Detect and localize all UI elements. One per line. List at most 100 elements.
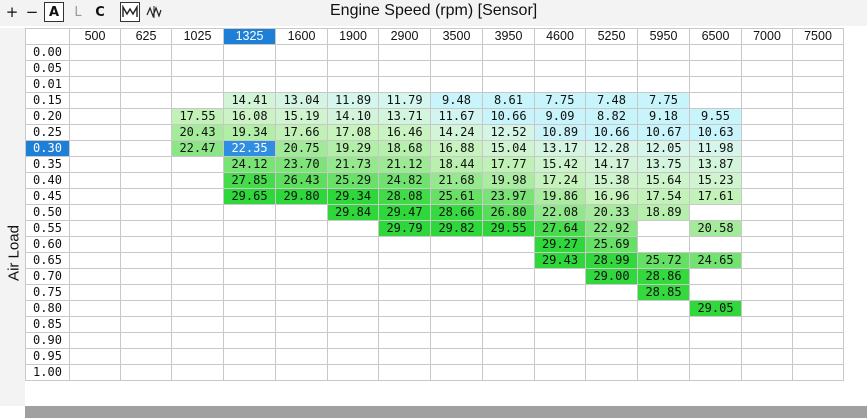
table-cell[interactable] <box>741 364 793 381</box>
table-cell[interactable] <box>223 44 276 61</box>
row-header[interactable]: 0.35 <box>25 156 70 173</box>
table-cell[interactable]: 29.34 <box>327 188 379 205</box>
mode-a-button[interactable]: A <box>44 2 64 22</box>
table-cell[interactable] <box>120 60 172 77</box>
table-cell[interactable] <box>378 252 431 269</box>
table-cell[interactable] <box>327 316 379 333</box>
table-cell[interactable] <box>637 236 690 253</box>
table-cell[interactable]: 28.86 <box>637 268 690 285</box>
table-cell[interactable]: 17.55 <box>171 108 224 125</box>
table-cell[interactable] <box>275 284 328 301</box>
table-cell[interactable]: 29.55 <box>482 220 535 237</box>
column-header[interactable]: 1025 <box>171 28 224 45</box>
table-cell[interactable] <box>689 44 742 61</box>
table-cell[interactable] <box>171 348 224 365</box>
table-cell[interactable]: 9.48 <box>430 92 483 109</box>
table-cell[interactable] <box>482 76 535 93</box>
table-cell[interactable] <box>741 348 793 365</box>
horizontal-scrollbar[interactable] <box>25 406 867 418</box>
table-cell[interactable] <box>327 236 379 253</box>
table-cell[interactable] <box>792 188 844 205</box>
table-cell[interactable] <box>223 252 276 269</box>
table-cell[interactable] <box>482 300 535 317</box>
table-cell[interactable] <box>69 108 121 125</box>
table-cell[interactable] <box>534 60 586 77</box>
column-header[interactable]: 500 <box>69 28 121 45</box>
table-cell[interactable]: 14.10 <box>327 108 379 125</box>
table-cell[interactable] <box>741 316 793 333</box>
table-cell[interactable] <box>223 236 276 253</box>
column-header[interactable]: 5250 <box>585 28 638 45</box>
table-cell[interactable]: 10.66 <box>482 108 535 125</box>
table-cell[interactable] <box>637 332 690 349</box>
table-cell[interactable] <box>120 236 172 253</box>
table-cell[interactable] <box>69 236 121 253</box>
table-cell[interactable] <box>741 172 793 189</box>
row-header[interactable]: 0.00 <box>25 44 70 61</box>
table-cell[interactable]: 24.65 <box>689 252 742 269</box>
table-cell[interactable]: 18.68 <box>378 140 431 157</box>
table-cell[interactable] <box>792 172 844 189</box>
table-cell[interactable] <box>741 60 793 77</box>
table-cell[interactable]: 19.34 <box>223 124 276 141</box>
column-header[interactable]: 3500 <box>430 28 483 45</box>
table-cell[interactable]: 29.47 <box>378 204 431 221</box>
table-cell[interactable]: 10.63 <box>689 124 742 141</box>
table-cell[interactable]: 15.23 <box>689 172 742 189</box>
table-cell[interactable] <box>120 124 172 141</box>
table-cell[interactable] <box>585 332 638 349</box>
table-cell[interactable] <box>120 108 172 125</box>
table-cell[interactable] <box>171 76 224 93</box>
column-header[interactable]: 6500 <box>689 28 742 45</box>
table-cell[interactable] <box>792 364 844 381</box>
table-cell[interactable] <box>120 284 172 301</box>
table-cell[interactable] <box>120 268 172 285</box>
table-cell[interactable] <box>69 332 121 349</box>
table-cell[interactable]: 25.69 <box>585 236 638 253</box>
table-cell[interactable] <box>120 252 172 269</box>
table-cell[interactable] <box>482 60 535 77</box>
table-cell[interactable] <box>223 204 276 221</box>
table-cell[interactable] <box>223 348 276 365</box>
table-cell[interactable]: 8.61 <box>482 92 535 109</box>
table-cell[interactable] <box>689 76 742 93</box>
table-cell[interactable] <box>69 316 121 333</box>
table-cell[interactable] <box>378 316 431 333</box>
add-button[interactable]: + <box>2 2 22 22</box>
table-cell[interactable]: 27.64 <box>534 220 586 237</box>
table-cell[interactable] <box>482 316 535 333</box>
smooth-view-icon[interactable] <box>144 2 164 22</box>
table-cell[interactable] <box>327 60 379 77</box>
table-cell[interactable] <box>171 252 224 269</box>
table-cell[interactable] <box>120 220 172 237</box>
table-cell[interactable]: 11.79 <box>378 92 431 109</box>
table-cell[interactable] <box>430 364 483 381</box>
table-cell[interactable] <box>792 60 844 77</box>
row-header[interactable]: 0.70 <box>25 268 70 285</box>
table-cell[interactable] <box>275 252 328 269</box>
table-cell[interactable] <box>741 268 793 285</box>
table-cell[interactable]: 29.27 <box>534 236 586 253</box>
table-cell[interactable] <box>482 268 535 285</box>
table-cell[interactable]: 13.17 <box>534 140 586 157</box>
table-cell[interactable] <box>430 268 483 285</box>
table-cell[interactable]: 17.08 <box>327 124 379 141</box>
table-cell[interactable] <box>792 252 844 269</box>
table-cell[interactable] <box>637 60 690 77</box>
table-cell[interactable] <box>171 60 224 77</box>
table-cell[interactable] <box>171 332 224 349</box>
table-cell[interactable] <box>792 140 844 157</box>
table-cell[interactable]: 20.75 <box>275 140 328 157</box>
table-cell[interactable] <box>792 284 844 301</box>
table-cell[interactable] <box>482 284 535 301</box>
column-header[interactable]: 5950 <box>637 28 690 45</box>
row-header[interactable]: 0.55 <box>25 220 70 237</box>
table-cell[interactable] <box>171 172 224 189</box>
table-cell[interactable] <box>585 300 638 317</box>
table-cell[interactable]: 15.19 <box>275 108 328 125</box>
table-cell[interactable] <box>120 316 172 333</box>
row-header[interactable]: 0.45 <box>25 188 70 205</box>
table-cell[interactable] <box>741 44 793 61</box>
table-cell[interactable] <box>120 364 172 381</box>
table-cell[interactable] <box>171 44 224 61</box>
